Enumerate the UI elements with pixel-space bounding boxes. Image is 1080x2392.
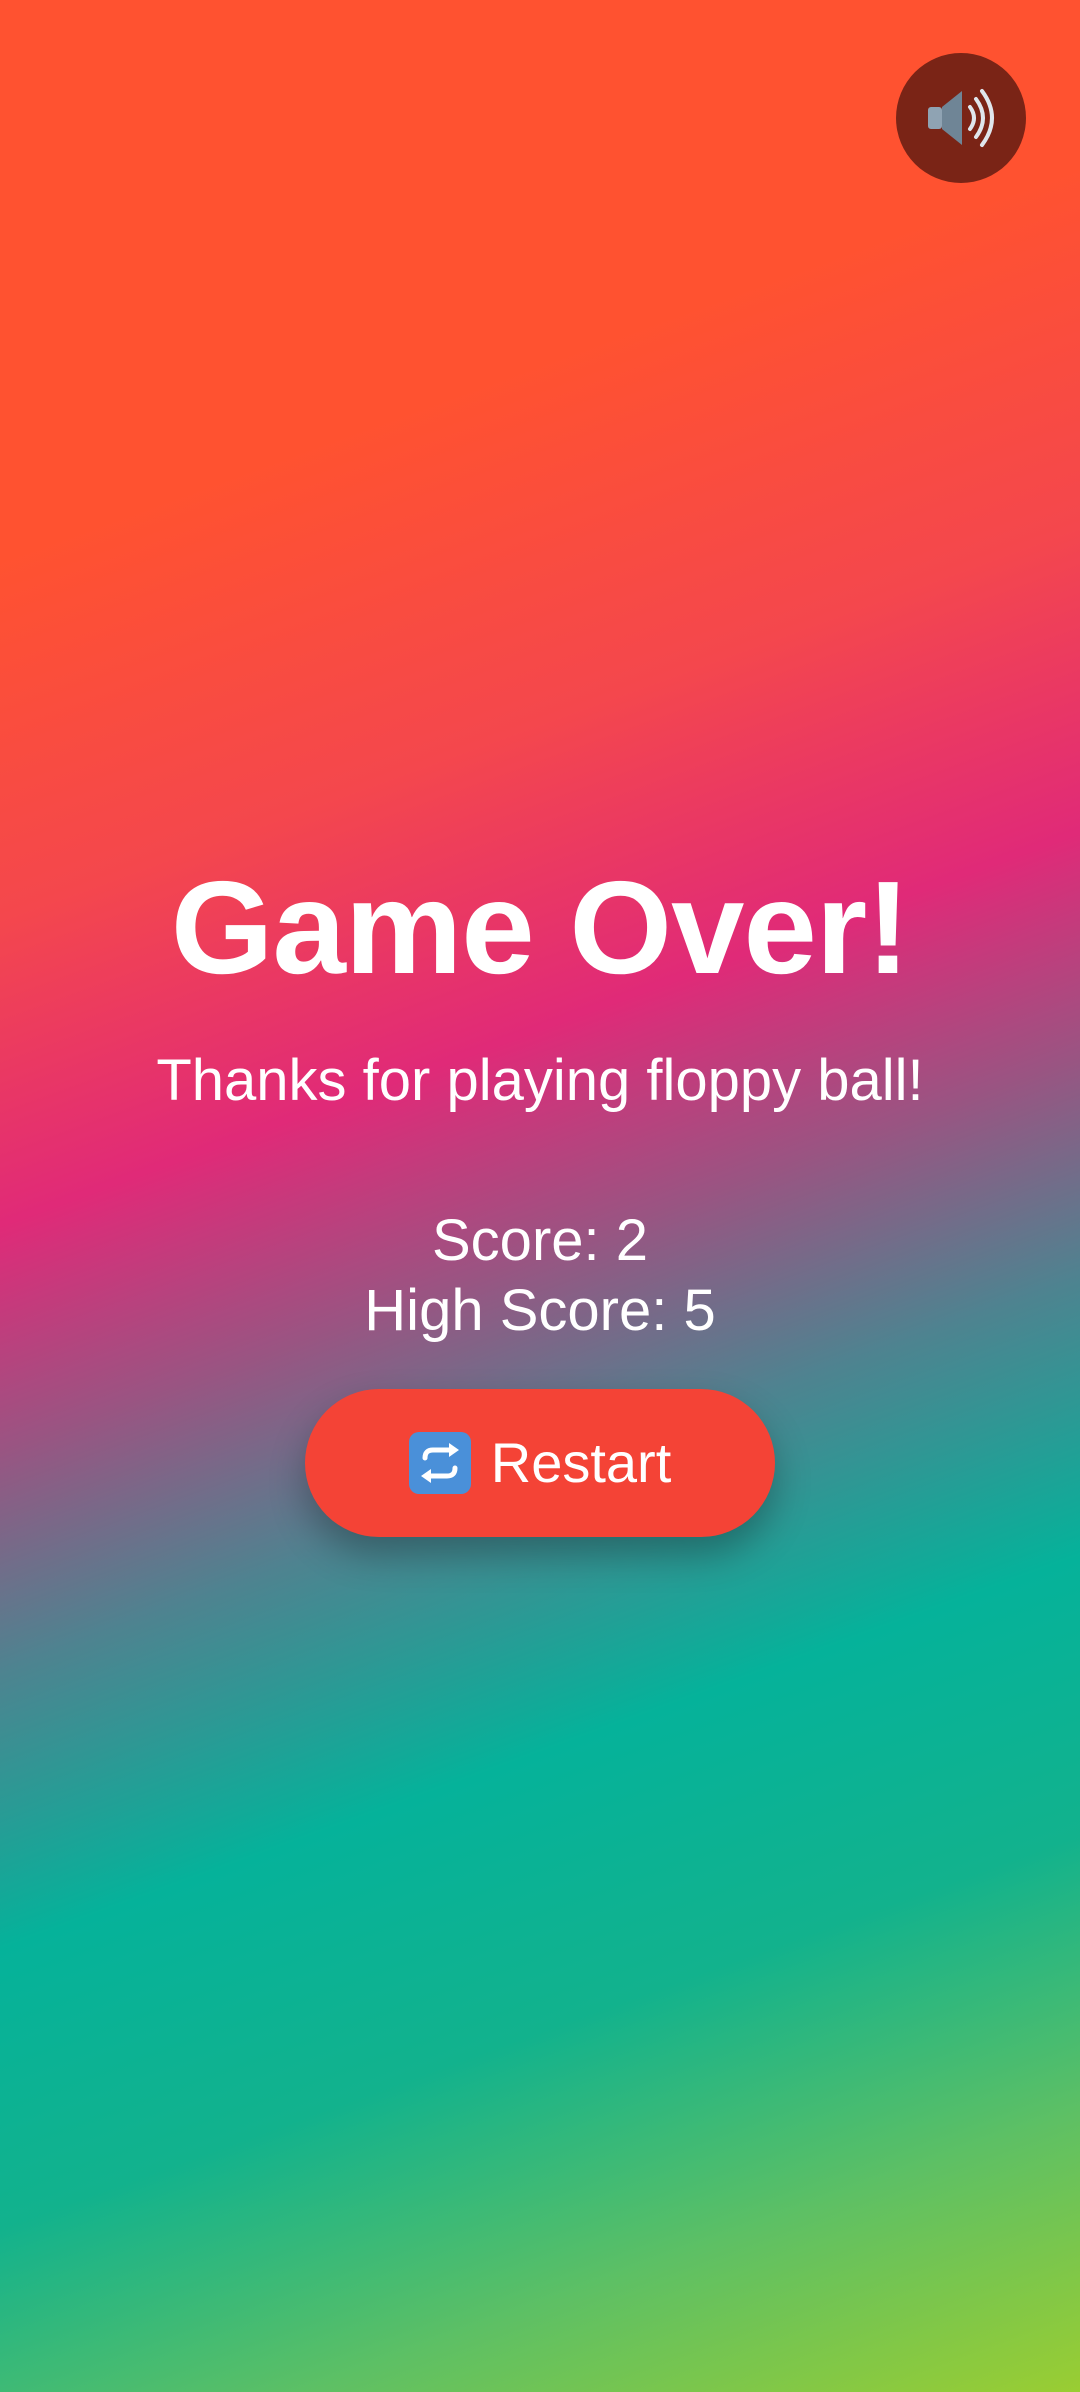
score-text: Score: 2 — [432, 1208, 648, 1273]
game-over-title: Game Over! — [170, 854, 910, 1001]
restart-button[interactable]: Restart — [305, 1389, 775, 1537]
game-over-screen: Game Over! Thanks for playing floppy bal… — [0, 0, 1080, 2392]
thanks-message: Thanks for playing floppy ball! — [156, 1048, 924, 1113]
restart-label: Restart — [490, 1431, 672, 1494]
repeat-arrows-icon — [408, 1432, 471, 1494]
high-score-text: High Score: 5 — [364, 1278, 716, 1343]
